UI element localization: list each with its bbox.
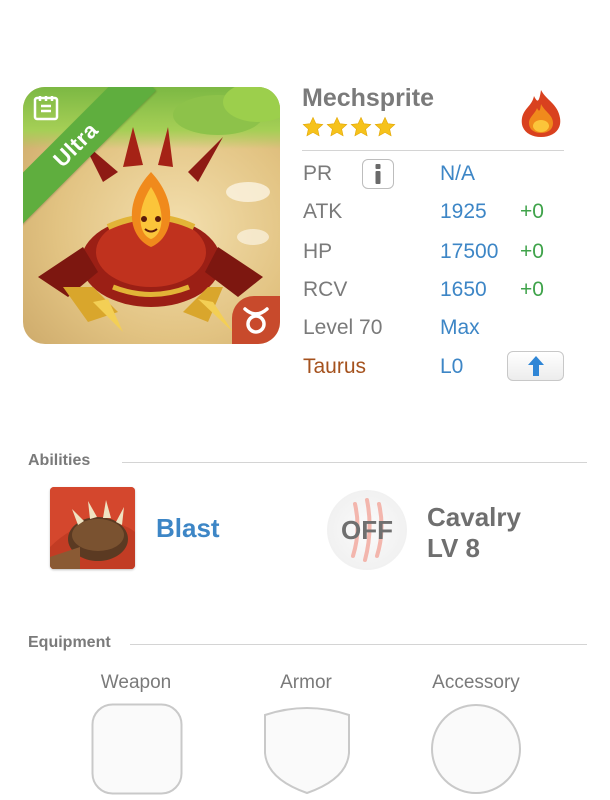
abilities-section-title: Abilities (28, 452, 91, 469)
zodiac-label: Taurus (303, 355, 367, 378)
passive-ability-name: Cavalry LV 8 (427, 502, 521, 564)
pr-value: N/A (440, 162, 476, 185)
accessory-slot-label: Accessory (432, 672, 520, 693)
hp-label: HP (303, 240, 333, 263)
pr-info-button[interactable] (362, 159, 394, 189)
rcv-label: RCV (303, 278, 348, 301)
armor-slot-icon[interactable] (261, 703, 353, 795)
weapon-slot-icon[interactable] (91, 703, 183, 795)
star-icon (374, 116, 396, 137)
arrow-up-icon (527, 356, 544, 376)
passive-state-label: OFF (341, 514, 393, 545)
active-ability-name[interactable]: Blast (156, 513, 220, 544)
star-rating (302, 116, 396, 138)
rcv-bonus: +0 (520, 278, 544, 301)
passive-ability-title: Cavalry (427, 502, 521, 532)
passive-ability-icon[interactable]: OFF (327, 490, 407, 570)
star-icon (302, 116, 324, 137)
level-label: Level 70 (303, 316, 383, 339)
hp-bonus: +0 (520, 240, 544, 263)
zodiac-upgrade-button[interactable] (507, 351, 564, 381)
passive-ability-level: LV 8 (427, 533, 480, 563)
hp-value: 17500 (440, 240, 499, 263)
active-ability-icon[interactable] (50, 487, 135, 569)
equipment-section-title: Equipment (28, 634, 111, 651)
weapon-slot-label: Weapon (100, 672, 172, 693)
star-icon (350, 116, 372, 137)
star-icon (326, 116, 348, 137)
rcv-value: 1650 (440, 278, 487, 301)
atk-value: 1925 (440, 200, 487, 223)
zodiac-badge (232, 296, 280, 344)
monster-portrait[interactable]: Ultra (23, 87, 280, 344)
pr-label: PR (303, 162, 333, 185)
atk-bonus: +0 (520, 200, 544, 223)
fire-element-icon (521, 90, 561, 137)
abilities-section-line (122, 462, 587, 463)
zodiac-level-value: L0 (440, 355, 464, 378)
stats-divider (302, 150, 564, 151)
level-value: Max (440, 316, 480, 339)
accessory-slot-icon[interactable] (430, 703, 522, 795)
armor-slot-label: Armor (280, 672, 332, 693)
card-tile-icon (33, 96, 59, 121)
taurus-icon (243, 307, 269, 334)
monster-name: Mechsprite (302, 84, 434, 112)
atk-label: ATK (303, 200, 343, 223)
equipment-section-line (130, 644, 587, 645)
info-icon (375, 164, 381, 184)
claw-fist-icon (50, 487, 135, 569)
